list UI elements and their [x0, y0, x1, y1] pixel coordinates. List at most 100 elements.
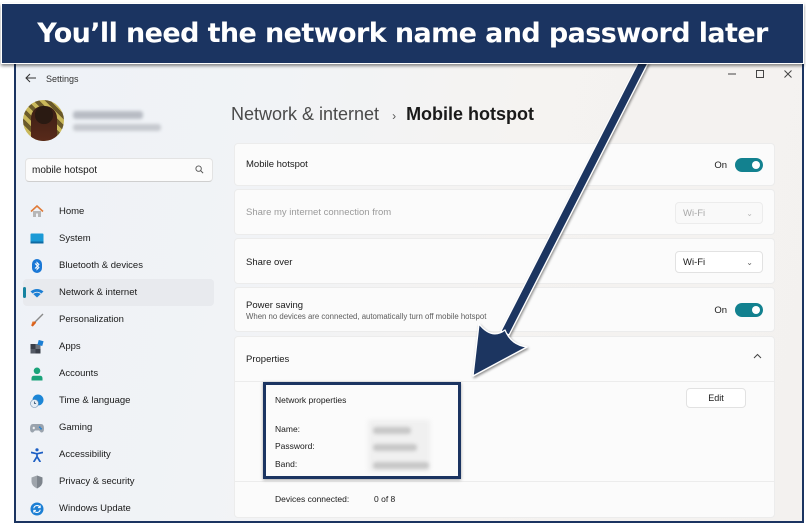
annotation-banner: You’ll need the network name and passwor… — [1, 3, 804, 64]
sidebar-item-accessibility[interactable]: Accessibility — [23, 441, 214, 468]
system-icon — [30, 232, 44, 246]
chevron-down-icon: ⌄ — [746, 258, 753, 267]
network-properties-title: Network properties — [275, 395, 347, 405]
sidebar-item-bluetooth-devices[interactable]: Bluetooth & devices — [23, 252, 214, 279]
maximize-button[interactable] — [746, 62, 774, 86]
title-bar: Settings — [16, 60, 802, 100]
power-saving-label: Power saving — [246, 300, 304, 311]
settings-window: Settings mobile hotspot Home System Blue… — [14, 58, 804, 523]
bluetooth-icon — [30, 258, 44, 273]
chevron-down-icon: ⌄ — [746, 209, 753, 218]
profile-email-blurred — [73, 124, 161, 131]
sidebar-item-label: Network & internet — [59, 287, 138, 298]
toggle-state-text: On — [714, 304, 727, 316]
back-arrow-icon — [25, 73, 36, 83]
user-profile[interactable] — [23, 100, 223, 146]
brush-icon — [30, 313, 44, 327]
annotation-banner-text: You’ll need the network name and passwor… — [37, 18, 768, 49]
share-over-card: Share over Wi-Fi ⌄ — [234, 238, 775, 284]
sidebar-item-label: Privacy & security — [59, 476, 135, 487]
clock-globe-icon — [30, 394, 44, 408]
name-label: Name: — [275, 424, 301, 434]
avatar[interactable] — [23, 100, 64, 141]
sidebar-nav: Home System Bluetooth & devices Network … — [23, 198, 214, 521]
power-saving-toggle[interactable] — [735, 303, 763, 317]
sidebar-item-gaming[interactable]: Gaming — [23, 414, 214, 441]
properties-header[interactable]: Properties — [235, 337, 774, 381]
toggle-state-text: On — [714, 159, 727, 171]
settings-search-box[interactable] — [25, 158, 213, 182]
gamepad-icon — [30, 421, 44, 435]
active-indicator — [23, 287, 26, 298]
sidebar-item-label: Accounts — [59, 368, 99, 379]
minimize-button[interactable] — [718, 62, 746, 86]
sidebar-item-time-language[interactable]: Time & language — [23, 387, 214, 414]
search-icon[interactable] — [195, 165, 204, 174]
sidebar-item-label: Home — [59, 206, 85, 217]
page-title: Mobile hotspot — [406, 104, 535, 124]
person-icon — [30, 367, 44, 381]
sidebar-item-windows-update[interactable]: Windows Update — [23, 495, 214, 521]
sidebar-item-label: Gaming — [59, 422, 93, 433]
close-icon — [784, 70, 792, 78]
divider — [235, 481, 774, 482]
sidebar-item-apps[interactable]: Apps — [23, 333, 214, 360]
app-title: Settings — [46, 74, 79, 84]
mobile-hotspot-toggle-group: On — [714, 158, 763, 172]
sidebar-item-label: Windows Update — [59, 503, 131, 514]
sidebar-item-label: Personalization — [59, 314, 124, 325]
close-button[interactable] — [774, 62, 802, 86]
avatar-image — [31, 106, 57, 141]
share-from-label: Share my internet connection from — [246, 207, 392, 218]
power-saving-card: Power saving When no devices are connect… — [234, 287, 775, 332]
share-from-value: Wi-Fi — [683, 208, 706, 219]
share-from-dropdown[interactable]: Wi-Fi ⌄ — [675, 202, 763, 224]
sidebar-item-label: Time & language — [59, 395, 131, 406]
update-icon — [30, 502, 44, 516]
minimize-icon — [728, 73, 736, 75]
devices-connected-label: Devices connected: — [275, 494, 350, 504]
chevron-up-icon[interactable] — [753, 351, 762, 362]
search-input[interactable] — [32, 159, 192, 181]
share-over-dropdown[interactable]: Wi-Fi ⌄ — [675, 251, 763, 273]
breadcrumb-chevron-icon: › — [392, 109, 397, 123]
mobile-hotspot-toggle[interactable] — [735, 158, 763, 172]
sidebar-item-label: Apps — [59, 341, 81, 352]
sidebar-item-accounts[interactable]: Accounts — [23, 360, 214, 387]
wifi-icon — [30, 286, 44, 300]
sidebar-item-network-internet[interactable]: Network & internet — [23, 279, 214, 306]
name-value-blurred — [373, 427, 411, 434]
share-over-label: Share over — [246, 257, 293, 268]
power-saving-toggle-group: On — [714, 303, 763, 317]
profile-name-blurred — [73, 111, 143, 119]
mobile-hotspot-label: Mobile hotspot — [246, 159, 308, 170]
edit-button[interactable]: Edit — [686, 388, 746, 408]
sidebar-item-home[interactable]: Home — [23, 198, 214, 225]
breadcrumb-parent-link[interactable]: Network & internet — [231, 104, 379, 125]
properties-card: Properties Network properties Edit Name:… — [234, 336, 775, 518]
home-icon — [30, 205, 44, 219]
sidebar-item-label: Bluetooth & devices — [59, 260, 143, 271]
toggle-knob — [752, 161, 760, 169]
toggle-knob — [752, 306, 760, 314]
band-label: Band: — [275, 459, 298, 469]
screenshot-stage: Settings mobile hotspot Home System Blue… — [0, 0, 806, 525]
back-button[interactable] — [22, 72, 40, 86]
window-controls — [718, 62, 802, 88]
sidebar-item-label: Accessibility — [59, 449, 111, 460]
password-value-blurred — [373, 444, 417, 451]
sidebar-item-personalization[interactable]: Personalization — [23, 306, 214, 333]
power-saving-description: When no devices are connected, automatic… — [246, 312, 487, 321]
sidebar-item-privacy-security[interactable]: Privacy & security — [23, 468, 214, 495]
password-label: Password: — [275, 441, 315, 451]
share-from-card: Share my internet connection from Wi-Fi … — [234, 189, 775, 235]
network-properties-section: Network properties Edit Name: Password: … — [235, 382, 774, 481]
sidebar-item-system[interactable]: System — [23, 225, 214, 252]
properties-label: Properties — [246, 354, 290, 365]
breadcrumb: Network & internet › Mobile hotspot — [231, 104, 534, 125]
devices-connected-value: 0 of 8 — [374, 494, 396, 504]
shield-icon — [30, 475, 44, 489]
maximize-icon — [756, 70, 764, 78]
mobile-hotspot-card: Mobile hotspot On — [234, 143, 775, 186]
sidebar-item-label: System — [59, 233, 91, 244]
